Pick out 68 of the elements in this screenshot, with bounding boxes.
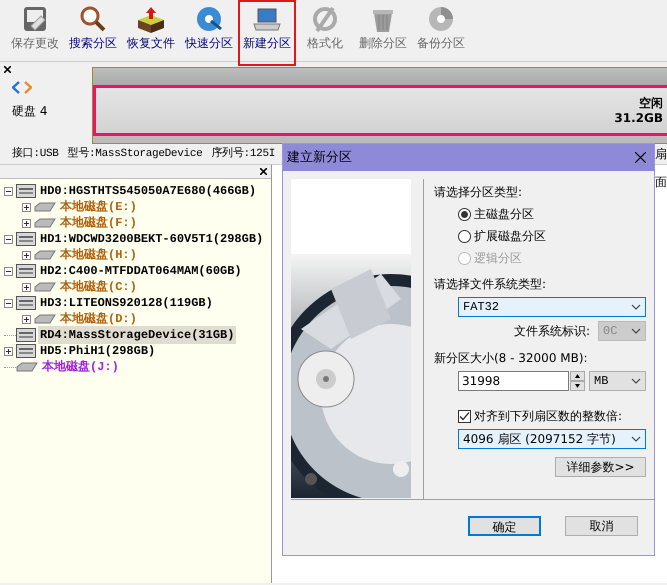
disk-item[interactable]: HD5:PhiH1(298GB) (38, 342, 158, 360)
drive-icon (34, 282, 56, 292)
free-space-block[interactable]: 空闲 31.2GB (93, 85, 667, 136)
partition-item[interactable]: 本地磁盘(D:) (58, 310, 139, 328)
advanced-parameters-button[interactable]: 详细参数>> (555, 457, 646, 477)
expand-toggle[interactable] (22, 282, 31, 292)
radio-label: 逻辑分区 (474, 250, 522, 267)
size-unit-dropdown[interactable]: MB (589, 371, 646, 391)
ok-button[interactable]: 确定 (468, 516, 541, 536)
expand-toggle[interactable] (22, 202, 31, 212)
radio-button[interactable] (458, 230, 471, 242)
partition-item[interactable]: 本地磁盘(E:) (58, 198, 139, 216)
drive-icon (34, 218, 56, 228)
info-text: 接口:USB (12, 146, 59, 162)
spin-buttons-icon[interactable] (570, 371, 585, 391)
disk-item[interactable]: RD4:MassStorageDevice(31GB) (38, 326, 236, 344)
drive-icon (34, 250, 56, 260)
dialog-title: 建立新分区 (287, 148, 352, 167)
expand-toggle[interactable] (4, 298, 13, 308)
expand-toggle[interactable] (22, 250, 31, 260)
partition-type-label: 请选择分区类型: (434, 184, 524, 201)
disk-item[interactable]: HD0:HGSTHTS545050A7E680(466GB) (38, 182, 258, 200)
free-space-label: 空闲 (638, 96, 663, 111)
alignment-dropdown[interactable]: 4096 扇区 (2097152 字节) (458, 429, 646, 449)
free-space-size: 31.2GB (613, 111, 663, 126)
drive-icon (34, 202, 56, 212)
toolbar-button[interactable]: 新建分区 (238, 0, 296, 66)
partition-size-label: 新分区大小(8 - 32000 MB): (434, 350, 589, 367)
toolbar-button[interactable]: 恢复文件 (122, 0, 180, 62)
radio-label: 主磁盘分区 (474, 206, 534, 223)
file-system-label: 请选择文件系统类型: (434, 276, 548, 293)
toolbar-button[interactable]: 搜索分区 (64, 0, 122, 62)
caret-icon (631, 328, 641, 334)
expand-toggle[interactable] (4, 266, 13, 276)
column-header-text: 面 (655, 174, 667, 191)
expand-toggle[interactable] (22, 218, 31, 228)
file-system-id-label: 文件系统标识: (514, 323, 590, 340)
partition-item[interactable]: 本地磁盘(C:) (58, 278, 139, 296)
cancel-button[interactable]: 取消 (565, 516, 638, 536)
caret-icon (631, 304, 641, 310)
expand-toggle[interactable] (22, 314, 31, 324)
disk-item[interactable]: HD1:WDCWD3200BEKT-60V5T1(298GB) (38, 230, 266, 248)
align-checkbox[interactable] (458, 410, 471, 422)
caret-icon (631, 436, 641, 442)
expand-toggle[interactable] (4, 346, 13, 356)
caret-icon (631, 378, 641, 384)
info-text: 型号:MassStorageDevice (68, 146, 202, 162)
align-label: 对齐到下列扇区数的整数倍: (474, 408, 622, 425)
drive-icon (34, 314, 56, 324)
disk-label: 硬盘 4 (12, 103, 48, 120)
partition-item[interactable]: 本地磁盘(F:) (58, 214, 139, 232)
partition-item[interactable]: 本地磁盘(J:) (40, 358, 121, 376)
radio-button[interactable] (458, 208, 471, 220)
toolbar-button[interactable]: 快速分区 (180, 0, 238, 62)
file-system-dropdown[interactable]: FAT32 (458, 297, 646, 317)
disk-item[interactable]: HD3:LITEONS920128(119GB) (38, 294, 215, 312)
expand-toggle[interactable] (4, 186, 13, 196)
close-icon[interactable] (260, 168, 267, 175)
radio-label: 扩展磁盘分区 (474, 228, 546, 245)
close-icon[interactable] (4, 66, 11, 73)
size-input[interactable]: 31998 (458, 371, 569, 391)
disk-item[interactable]: HD2:C400-MTFDDAT064MAM(60GB) (38, 262, 244, 280)
drive-icon (16, 362, 38, 372)
partition-item[interactable]: 本地磁盘(H:) (58, 246, 139, 264)
column-header-text: 扇 (655, 146, 667, 163)
expand-toggle[interactable] (4, 234, 13, 244)
close-icon[interactable] (635, 152, 646, 163)
info-text: 序列号:125I (211, 146, 276, 162)
